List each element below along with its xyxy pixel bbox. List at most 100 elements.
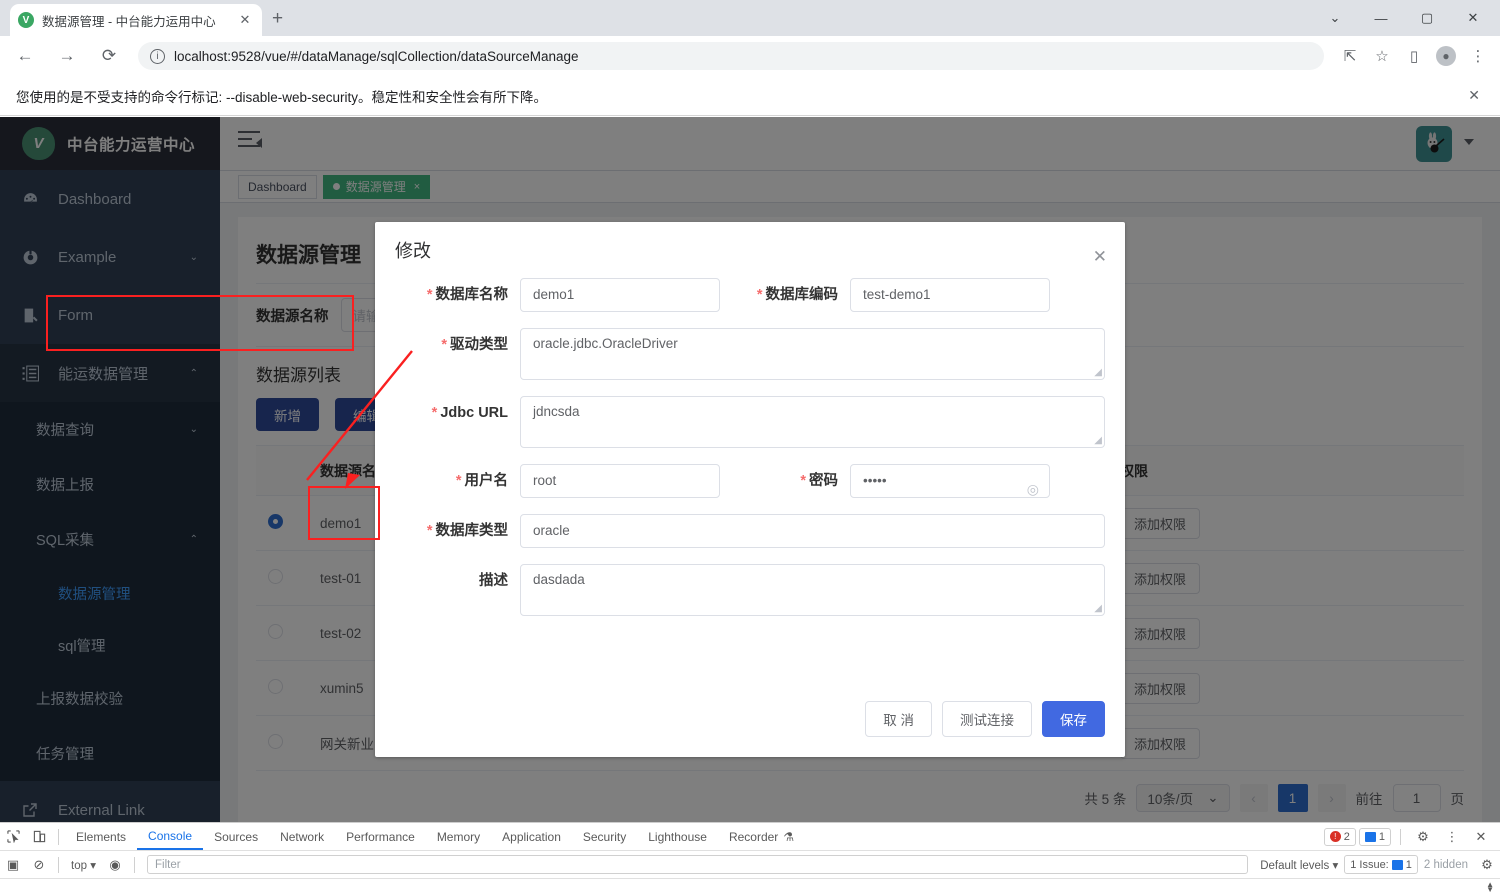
resize-grip-icon[interactable]: ◢ <box>1094 603 1102 614</box>
devtools-tab-sources[interactable]: Sources <box>203 823 269 850</box>
message-count-badge[interactable]: 1 <box>1358 827 1391 846</box>
error-icon: ! <box>1329 831 1341 842</box>
share-icon[interactable]: ⇱ <box>1334 40 1366 72</box>
devtools-tab-elements[interactable]: Elements <box>65 823 137 850</box>
field-label-driver-type: * 驱动类型 <box>441 337 508 353</box>
form-row-driver: * 驱动类型 oracle.jdbc.OracleDriver ◢ <box>395 328 1105 380</box>
live-expression-icon[interactable]: ◉ <box>102 852 128 878</box>
dialog-form: * 数据库名称 demo1 * 数据库编码 test-demo1 * 驱动类型 ora… <box>375 278 1125 616</box>
form-row-user-pass: * 用户名 root * 密码 ••••• ◎ <box>395 464 1105 498</box>
eye-icon[interactable]: ◎ <box>1027 473 1039 505</box>
tab-close-icon[interactable]: ✕ <box>236 12 254 28</box>
required-asterisk: * <box>800 473 806 489</box>
required-asterisk: * <box>426 523 433 539</box>
flask-icon: ⚗ <box>783 829 795 844</box>
message-icon <box>1364 831 1376 842</box>
side-panel-icon[interactable]: ▯ <box>1398 40 1430 72</box>
inspect-element-icon[interactable] <box>0 824 26 850</box>
field-label-db-name: * 数据库名称 <box>426 287 508 303</box>
resize-grip-icon[interactable]: ◢ <box>1094 367 1102 378</box>
required-asterisk: * <box>441 337 447 353</box>
profile-avatar-icon[interactable]: ● <box>1430 40 1462 72</box>
issues-badge[interactable]: 1 Issue: 1 <box>1344 855 1418 874</box>
devtools-tab-lighthouse[interactable]: Lighthouse <box>637 823 718 850</box>
username-input[interactable]: root <box>520 464 720 498</box>
dialog-title: 修改 <box>395 241 431 261</box>
favicon-icon: V <box>18 12 34 28</box>
db-type-input[interactable]: oracle <box>520 514 1105 548</box>
infobar-text: 您使用的是不受支持的命令行标记: --disable-web-security。… <box>16 89 548 105</box>
tab-title: 数据源管理 - 中台能力运用中心 <box>42 14 216 29</box>
form-row-description: 描述 dasdada ◢ <box>395 564 1105 616</box>
more-options-icon[interactable]: ⋮ <box>1439 824 1465 850</box>
devtools-tab-security[interactable]: Security <box>572 823 637 850</box>
db-name-input[interactable]: demo1 <box>520 278 720 312</box>
devtools-tab-network[interactable]: Network <box>269 823 335 850</box>
required-asterisk: * <box>426 287 433 303</box>
devtools-tab-performance[interactable]: Performance <box>335 823 426 850</box>
driver-type-textarea[interactable]: oracle.jdbc.OracleDriver ◢ <box>520 328 1105 380</box>
back-button[interactable]: ← <box>8 39 42 73</box>
context-selector[interactable]: top ▾ <box>65 858 102 872</box>
reload-button[interactable]: ⟳ <box>92 39 126 73</box>
divider <box>58 856 59 873</box>
description-textarea[interactable]: dasdada ◢ <box>520 564 1105 616</box>
new-tab-button[interactable]: + <box>272 9 283 28</box>
save-button[interactable]: 保存 <box>1042 701 1105 737</box>
test-connection-button[interactable]: 测试连接 <box>942 701 1032 737</box>
browser-tab[interactable]: V 数据源管理 - 中台能力运用中心 ✕ <box>10 4 262 36</box>
console-toolbar: ▣ ⊘ top ▾ ◉ Filter Default levels ▾ 1 Is… <box>0 851 1500 879</box>
resize-grip-icon[interactable]: ◢ <box>1094 435 1102 446</box>
console-filter-input[interactable]: Filter <box>146 855 1249 874</box>
cancel-button[interactable]: 取 消 <box>865 701 932 737</box>
bookmark-star-icon[interactable]: ☆ <box>1366 40 1398 72</box>
form-row-name-code: * 数据库名称 demo1 * 数据库编码 test-demo1 <box>395 278 1105 312</box>
url-text: localhost:9528/vue/#/dataManage/sqlColle… <box>174 48 579 64</box>
required-asterisk: * <box>756 287 763 303</box>
close-icon[interactable]: ✕ <box>1093 248 1107 265</box>
jdbc-url-textarea[interactable]: jdncsda ◢ <box>520 396 1105 448</box>
clear-console-icon[interactable]: ⊘ <box>26 852 52 878</box>
window-close-icon[interactable]: ✕ <box>1450 10 1496 26</box>
chevron-down-icon: ▾ <box>90 859 96 872</box>
window-controls: ⌄ — ▢ ✕ <box>1312 0 1496 36</box>
field-label-db-type: * 数据库类型 <box>426 523 508 539</box>
devtools-panel: Elements Console Sources Network Perform… <box>0 822 1500 896</box>
chevron-down-icon: ▾ <box>1332 859 1339 872</box>
password-input[interactable]: ••••• ◎ <box>850 464 1050 498</box>
divider <box>133 856 135 873</box>
hidden-count: 2 hidden <box>1423 858 1468 871</box>
infobar-warning: 您使用的是不受支持的命令行标记: --disable-web-security。… <box>0 76 1500 116</box>
field-label-jdbc-url: * Jdbc URL <box>431 405 508 421</box>
browser-menu-icon[interactable]: ⋮ <box>1462 40 1494 72</box>
devtools-tab-console[interactable]: Console <box>137 823 204 850</box>
form-row-jdbc: * Jdbc URL jdncsda ◢ <box>395 396 1105 448</box>
error-count-badge[interactable]: ! 2 <box>1323 827 1356 846</box>
window-dropdown-icon[interactable]: ⌄ <box>1312 10 1358 26</box>
site-info-icon[interactable]: i <box>150 48 165 64</box>
address-bar[interactable]: i localhost:9528/vue/#/dataManage/sqlCol… <box>138 42 1324 70</box>
settings-gear-icon[interactable]: ⚙ <box>1410 824 1436 850</box>
field-label-username: * 用户名 <box>455 473 508 489</box>
db-code-input[interactable]: test-demo1 <box>850 278 1050 312</box>
log-levels-dropdown[interactable]: Default levels ▾ <box>1254 858 1344 872</box>
dialog-footer: 取 消 测试连接 保存 <box>865 701 1105 737</box>
console-settings-icon[interactable]: ⚙ <box>1474 852 1500 878</box>
page-viewport: V 中台能力运营中心 Dashboard Example ⌄ <box>0 117 1500 822</box>
divider <box>58 828 59 845</box>
devtools-tab-application[interactable]: Application <box>491 823 572 850</box>
window-maximize-icon[interactable]: ▢ <box>1404 10 1450 26</box>
devtools-tab-recorder[interactable]: Recorder ⚗ <box>718 823 805 850</box>
scroll-spinner[interactable]: ▲ ▼ <box>1486 881 1494 894</box>
window-minimize-icon[interactable]: — <box>1358 11 1404 26</box>
browser-toolbar: ← → ⟳ i localhost:9528/vue/#/dataManage/… <box>0 36 1500 76</box>
devtools-tab-memory[interactable]: Memory <box>426 823 491 850</box>
forward-button[interactable]: → <box>50 39 84 73</box>
form-row-dbtype: * 数据库类型 oracle <box>395 514 1105 548</box>
devtools-close-icon[interactable]: ✕ <box>1468 824 1494 850</box>
execution-context-icon[interactable]: ▣ <box>0 852 26 878</box>
infobar-close-icon[interactable]: ✕ <box>1464 87 1484 104</box>
divider <box>1400 828 1401 845</box>
field-label-password: * 密码 <box>800 473 838 489</box>
device-toolbar-icon[interactable] <box>26 824 52 850</box>
